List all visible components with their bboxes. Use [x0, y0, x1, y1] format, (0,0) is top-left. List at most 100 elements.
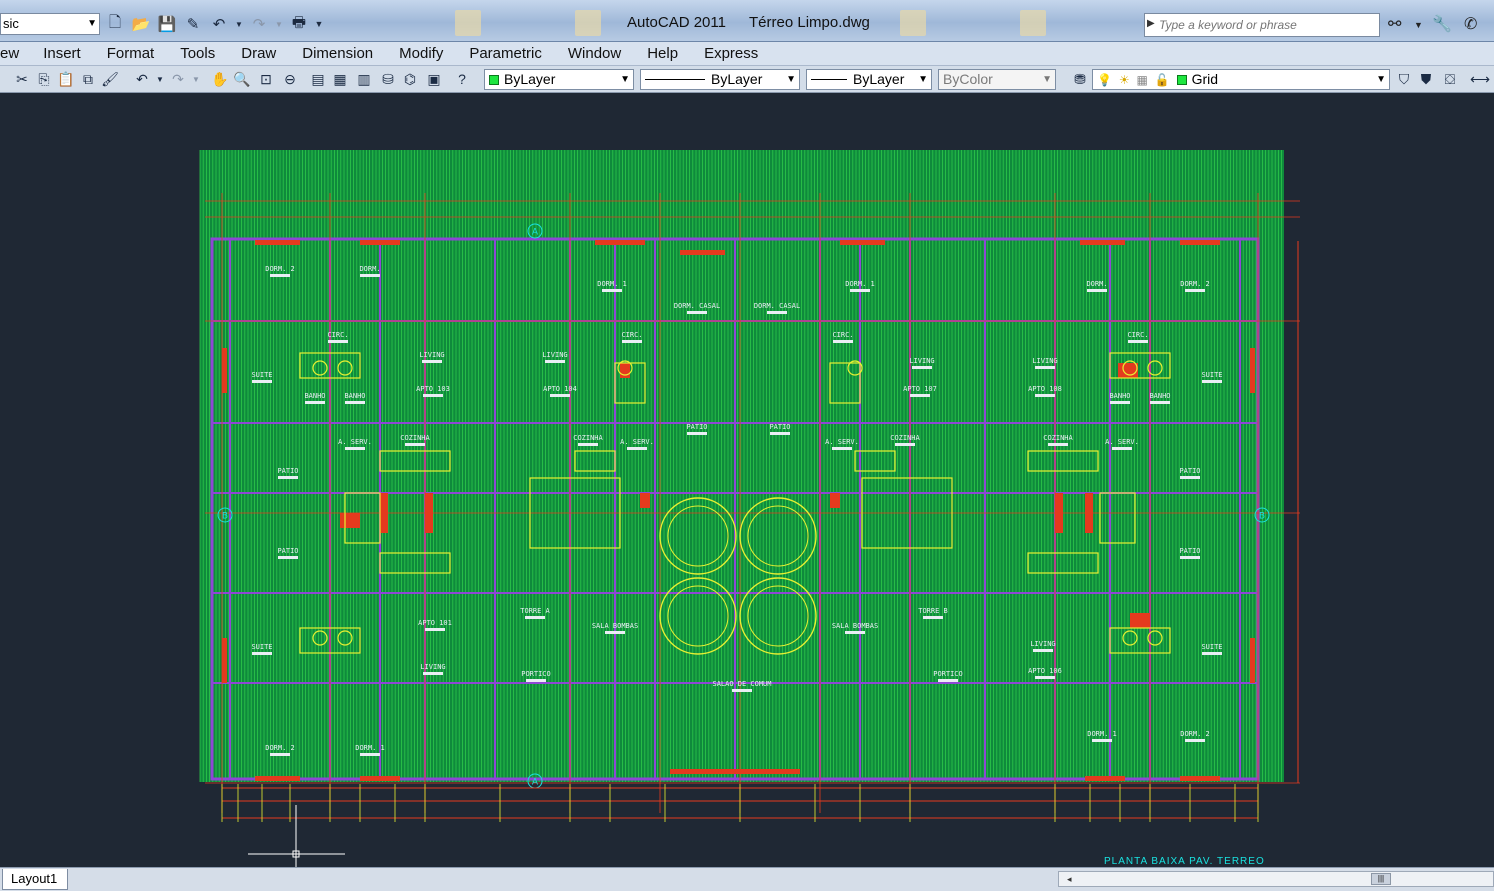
menu-window[interactable]: Window: [568, 45, 621, 62]
match-properties-icon[interactable]: 🖌: [100, 69, 120, 89]
zoom-window-icon[interactable]: ⊡: [256, 69, 276, 89]
properties-icon[interactable]: ▤: [308, 69, 328, 89]
menu-express[interactable]: Express: [704, 45, 758, 62]
subscription-center-icon[interactable]: 🔧: [1432, 14, 1452, 34]
binoculars-icon[interactable]: ⚯: [1388, 14, 1401, 34]
calculator-icon[interactable]: ▣: [424, 69, 444, 89]
axis-label: B: [1259, 512, 1265, 522]
save-as-icon[interactable]: ✎: [182, 13, 204, 35]
undo-dropdown-icon[interactable]: ▼: [234, 13, 244, 35]
opening-mark: [1250, 348, 1255, 393]
opening-mark: [1055, 493, 1063, 533]
zoom-previous-icon[interactable]: ⊖: [280, 69, 300, 89]
workspace-dropdown[interactable]: sic ▼: [0, 13, 100, 35]
layer-control[interactable]: 💡 ☀ ▦ 🔓 Grid ▼: [1092, 69, 1390, 90]
menu-modify[interactable]: Modify: [399, 45, 443, 62]
room-area-bar: [1035, 394, 1055, 397]
room-area-bar: [1128, 340, 1148, 343]
new-file-icon[interactable]: 🗋: [104, 13, 126, 35]
infocenter-search[interactable]: ▶: [1144, 13, 1380, 37]
search-dropdown-icon[interactable]: ▼: [1414, 20, 1423, 30]
pan-icon[interactable]: ✋: [210, 69, 230, 89]
undo-icon[interactable]: ↶: [208, 13, 230, 35]
menu-parametric[interactable]: Parametric: [469, 45, 542, 62]
folder-icon: [900, 10, 926, 36]
room-label: LIVING: [420, 663, 445, 671]
linetype-control[interactable]: ByLayer ▼: [640, 69, 800, 90]
undo-icon[interactable]: ↶: [132, 69, 152, 89]
redo-dropdown-icon[interactable]: ▼: [186, 69, 206, 89]
scroll-left-icon[interactable]: ◂: [1067, 872, 1072, 886]
room-label: CIRC.: [327, 331, 348, 339]
search-input[interactable]: [1159, 16, 1377, 34]
room-label: DORM. 2: [265, 265, 295, 273]
redo-icon[interactable]: ↷: [168, 69, 188, 89]
menu-tools[interactable]: Tools: [180, 45, 215, 62]
room-label: BANHO: [1109, 392, 1130, 400]
chevron-down-icon: ▼: [1042, 74, 1052, 85]
design-center-icon[interactable]: ▦: [330, 69, 350, 89]
zoom-realtime-icon[interactable]: 🔍: [232, 69, 252, 89]
room-label: A. SERV.: [620, 438, 654, 446]
menu-draw[interactable]: Draw: [241, 45, 276, 62]
copy-icon[interactable]: ⎘: [34, 69, 54, 89]
tab-layout1[interactable]: Layout1: [2, 869, 69, 890]
menu-help[interactable]: Help: [647, 45, 678, 62]
tool-palettes-icon[interactable]: ▥: [354, 69, 374, 89]
room-area-bar: [1035, 676, 1055, 679]
opening-mark: [1130, 613, 1150, 628]
expand-arrow-icon[interactable]: ▶: [1147, 18, 1155, 29]
opening-mark: [1085, 776, 1125, 781]
lineweight-control[interactable]: ByLayer ▼: [806, 69, 932, 90]
menu-insert[interactable]: Insert: [43, 45, 81, 62]
menu-dimension[interactable]: Dimension: [302, 45, 373, 62]
room-area-bar: [422, 360, 442, 363]
redo-dropdown-icon[interactable]: ▼: [274, 13, 284, 35]
color-control[interactable]: ByLayer ▼: [484, 69, 634, 90]
room-area-bar: [938, 679, 958, 682]
save-icon[interactable]: 💾: [156, 13, 178, 35]
room-area-bar: [622, 340, 642, 343]
qat-customize-icon[interactable]: ▼: [314, 13, 324, 35]
room-area-bar: [423, 672, 443, 675]
room-area-bar: [1185, 289, 1205, 292]
room-label: DORM. 1: [597, 280, 627, 288]
open-file-icon[interactable]: 📂: [130, 13, 152, 35]
sheet-set-icon[interactable]: ⛁: [378, 69, 398, 89]
room-label: SUITE: [251, 643, 272, 651]
room-label: COZINHA: [1043, 434, 1073, 442]
undo-dropdown-icon[interactable]: ▼: [150, 69, 170, 89]
room-label: DORM. 2: [1180, 280, 1210, 288]
paste-block-icon[interactable]: ⧉: [78, 69, 98, 89]
layer-previous-icon[interactable]: ⛊: [1416, 69, 1436, 89]
room-area-bar: [770, 432, 790, 435]
communication-center-icon[interactable]: ✆: [1464, 14, 1477, 34]
layer-properties-icon[interactable]: ⛃: [1070, 69, 1090, 89]
menu-format[interactable]: Format: [107, 45, 155, 62]
dimension-icon[interactable]: ⟷: [1470, 69, 1490, 89]
horizontal-scrollbar[interactable]: ◂ |||: [1058, 871, 1494, 887]
room-label: DORM. 1: [845, 280, 875, 288]
room-label: BANHO: [304, 392, 325, 400]
markup-icon[interactable]: ⌬: [400, 69, 420, 89]
room-area-bar: [545, 360, 565, 363]
drawing-canvas[interactable]: A A B B DORM. 2 DORM. DORM. 1 DORM. CASAL DORM. …: [0, 93, 1494, 867]
plot-icon[interactable]: 🖶: [288, 13, 310, 35]
cut-icon[interactable]: ✂: [12, 69, 32, 89]
plan-title: PLANTA BAIXA PAV. TERREO: [1104, 856, 1265, 867]
room-label: PORTICO: [933, 670, 963, 678]
room-area-bar: [360, 753, 380, 756]
axis-label: B: [222, 512, 228, 522]
room-label: BANHO: [1149, 392, 1170, 400]
plotstyle-control: ByColor ▼: [938, 69, 1056, 90]
layer-state-icon[interactable]: ⛋: [1440, 69, 1460, 89]
room-label: LIVING: [1032, 357, 1057, 365]
room-label: PATIO: [1179, 547, 1200, 555]
linetype-preview: [645, 79, 705, 80]
scroll-thumb[interactable]: |||: [1371, 873, 1391, 885]
make-current-layer-icon[interactable]: ⛉: [1394, 69, 1414, 89]
redo-icon[interactable]: ↷: [248, 13, 270, 35]
help-icon[interactable]: ?: [452, 69, 472, 89]
paste-icon[interactable]: 📋: [56, 69, 76, 89]
menu-view[interactable]: ew: [0, 45, 19, 62]
